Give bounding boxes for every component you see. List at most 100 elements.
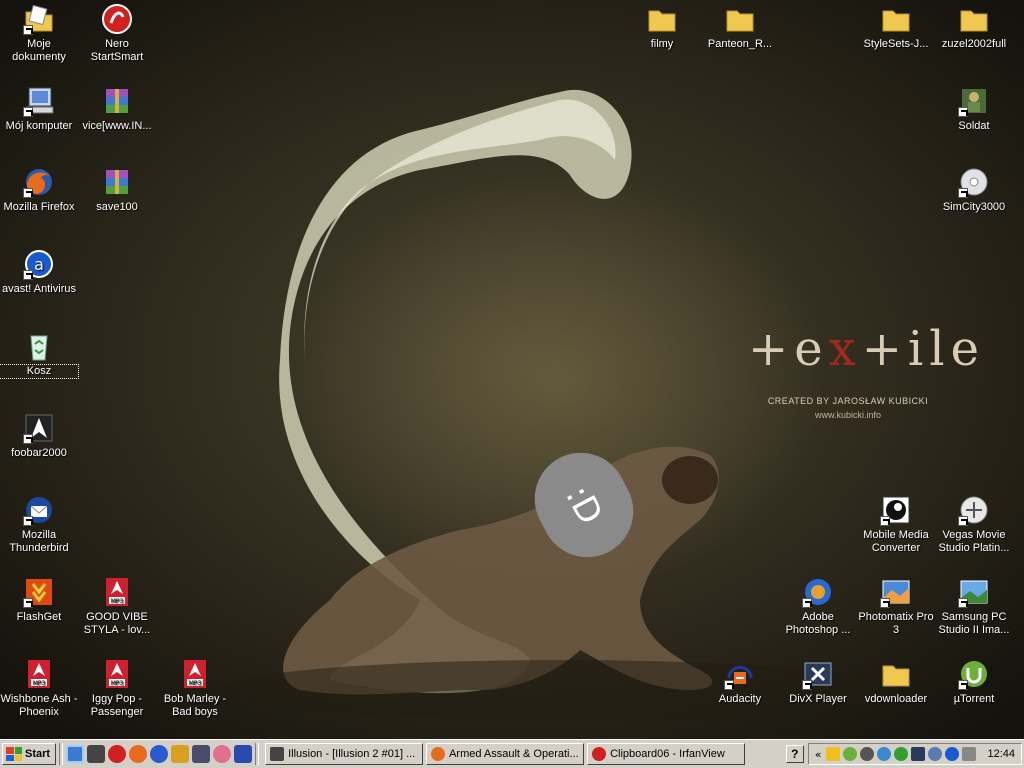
icon-label: Samsung PC Studio II Ima... [938, 611, 1010, 636]
icon-label: Soldat [958, 120, 990, 132]
mp3-file-icon: MP3 [106, 660, 128, 688]
icon-label: vice[www.IN... [82, 120, 152, 132]
thunderbird-quicklaunch-icon[interactable] [150, 745, 169, 763]
desktop-icon-filmy[interactable]: filmy [623, 3, 701, 51]
desktop-icon-stylesets[interactable]: StyleSets-J... [857, 3, 935, 51]
foobar-task-icon [270, 747, 285, 761]
icon-label: filmy [650, 38, 674, 50]
desktop-icon-thunderbird[interactable]: Mozilla Thunderbird [0, 494, 78, 555]
icon-label: vdownloader [864, 693, 928, 705]
desktop-icon-vegas[interactable]: Vegas Movie Studio Platin... [935, 494, 1013, 555]
network-tray-icon[interactable] [877, 747, 892, 761]
svg-text:MP3: MP3 [33, 680, 46, 687]
desktop-icon-goodvibe[interactable]: MP3 GOOD VIBE STYLA - lov... [78, 576, 156, 637]
desktop-icon-panteon[interactable]: Panteon_R... [701, 3, 779, 51]
desktop-icon-utorrent[interactable]: µTorrent [935, 658, 1013, 706]
icon-label: save100 [96, 201, 138, 213]
censor-smiley: :D [557, 478, 611, 532]
desktop-icon-photoshop[interactable]: Adobe Photoshop ... [779, 576, 857, 637]
game-quicklaunch-icon[interactable] [234, 745, 253, 763]
desktop-icon-vdownloader[interactable]: vdownloader [857, 658, 935, 706]
desktop-icon-bobmarley[interactable]: MP3 Bob Marley - Bad boys [156, 658, 234, 719]
icon-label: foobar2000 [11, 447, 67, 459]
messenger-quicklaunch-icon[interactable] [213, 745, 232, 763]
icon-label: Mozilla Firefox [3, 201, 75, 213]
icon-label: Iggy Pop - Passenger [90, 693, 144, 718]
update-tray-icon[interactable] [894, 747, 909, 761]
desktop-icon-kosz[interactable]: Kosz [0, 330, 79, 379]
recycle-bin-icon [30, 335, 48, 361]
brand-logo: +ex+ile [748, 321, 979, 377]
icon-label: Kosz [0, 364, 79, 379]
desktop-icon-nero[interactable]: Nero StartSmart [78, 3, 156, 64]
brand-logo-part: +ile [861, 321, 986, 377]
help-button[interactable]: ? [785, 745, 804, 763]
desktop-icon-iggypop[interactable]: MP3 Iggy Pop - Passenger [78, 658, 156, 719]
folder-icon [960, 10, 988, 32]
folder-icon [882, 10, 910, 32]
shield-tray-icon[interactable] [826, 747, 841, 761]
mp3-file-icon: MP3 [28, 660, 50, 688]
volume-tray-icon[interactable] [928, 747, 943, 761]
show-desktop-icon[interactable] [66, 745, 85, 763]
svg-text:MP3: MP3 [189, 680, 202, 687]
display-tray-icon[interactable] [911, 747, 926, 761]
icon-label: GOOD VIBE STYLA - lov... [83, 611, 151, 636]
task-label: Clipboard06 - IrfanView [610, 748, 725, 760]
brand-credit: CREATED BY JAROSŁAW KUBICKI [767, 396, 929, 406]
desktop-icon-flashget[interactable]: FlashGet [0, 576, 78, 624]
desktop-icon-moje-dokumenty[interactable]: Moje dokumenty [0, 3, 78, 64]
icon-label: Nero StartSmart [90, 38, 144, 63]
svg-text:MP3: MP3 [111, 598, 124, 605]
icon-label: Photomatix Pro 3 [858, 611, 934, 636]
desktop-icon-vice[interactable]: vice[www.IN... [78, 85, 156, 133]
task-illusion[interactable]: Illusion - [Illusion 2 #01] ... [265, 743, 424, 765]
start-button[interactable]: Start [2, 743, 57, 765]
desktop-icon-soldat[interactable]: Soldat [935, 85, 1013, 133]
foobar-tray-icon[interactable] [860, 747, 875, 761]
folder-icon [648, 10, 676, 32]
desktop-icon-firefox[interactable]: Mozilla Firefox [0, 166, 78, 214]
utorrent-tray-icon[interactable] [843, 747, 858, 761]
folder-icon [726, 10, 754, 32]
nero-icon [102, 4, 132, 34]
icon-label: SimCity3000 [942, 201, 1006, 213]
svg-text:MP3: MP3 [111, 680, 124, 687]
desktop-icon-simcity[interactable]: SimCity3000 [935, 166, 1013, 214]
avast-tray-icon[interactable] [945, 747, 960, 761]
desktop-icon-photomatix[interactable]: Photomatix Pro 3 [857, 576, 935, 637]
tray-expand-icon[interactable]: « [815, 748, 822, 761]
task-armed-assault[interactable]: Armed Assault & Operati... [426, 743, 585, 765]
desktop-icon-moj-komputer[interactable]: Mój komputer [0, 85, 78, 133]
brand-logo-part: +e [748, 321, 829, 377]
icon-label: Mobile Media Converter [863, 529, 929, 554]
desktop-icon-mobilemedia[interactable]: Mobile Media Converter [857, 494, 935, 555]
desktop-icon-audacity[interactable]: Audacity [701, 658, 779, 706]
taskbar: Start Illusion - [Illusion 2 #01] ... Ar… [0, 739, 1024, 768]
icon-label: Mój komputer [5, 120, 73, 132]
icon-label: Wishbone Ash - Phoenix [0, 693, 78, 718]
start-label: Start [25, 748, 51, 760]
brand-url: www.kubicki.info [814, 410, 882, 420]
desktop-icon-divx[interactable]: DivX Player [779, 658, 857, 706]
desktop-icon-avast[interactable]: a avast! Antivirus [0, 248, 78, 296]
taskbar-separator [59, 743, 64, 765]
desktop-icon-zuzel[interactable]: zuzel2002full [935, 3, 1013, 51]
task-irfanview[interactable]: Clipboard06 - IrfanView [587, 743, 746, 765]
foobar-quicklaunch-icon[interactable] [87, 745, 106, 763]
icon-label: Adobe Photoshop ... [785, 611, 851, 636]
desktop-icon-samsung[interactable]: Samsung PC Studio II Ima... [935, 576, 1013, 637]
taskbar-separator [255, 743, 260, 765]
usb-tray-icon[interactable] [962, 747, 977, 761]
media-player-quicklaunch-icon[interactable] [171, 745, 190, 763]
console-quicklaunch-icon[interactable] [192, 745, 211, 763]
task-label: Illusion - [Illusion 2 #01] ... [288, 748, 416, 760]
brand-logo-x: x [828, 321, 862, 377]
desktop-icon-save100[interactable]: save100 [78, 166, 156, 214]
irfanview-quicklaunch-icon[interactable] [108, 745, 127, 763]
firefox-quicklaunch-icon[interactable] [129, 745, 148, 763]
desktop-icon-wishbone[interactable]: MP3 Wishbone Ash - Phoenix [0, 658, 78, 719]
desktop-icon-foobar[interactable]: foobar2000 [0, 412, 78, 460]
icon-label: StyleSets-J... [863, 38, 929, 50]
clock[interactable]: 12:44 [987, 748, 1015, 760]
